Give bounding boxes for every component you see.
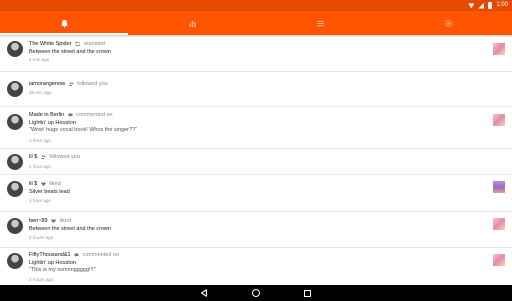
user-name[interactable]: lil $ bbox=[29, 154, 37, 160]
track-artwork[interactable] bbox=[493, 181, 505, 193]
list-item[interactable]: lil $ liked Silver beats lead 1 hour ago bbox=[0, 175, 512, 212]
home-button[interactable] bbox=[252, 289, 260, 297]
timestamp: 2 hours ago bbox=[29, 235, 54, 241]
status-bar: 1:00 bbox=[0, 0, 512, 11]
tab-bar bbox=[0, 11, 512, 35]
list-item[interactable]: Made in Berlin commented on Lightin' up … bbox=[0, 107, 512, 149]
list-item[interactable]: ben~89 liked Between the street and the … bbox=[0, 212, 512, 248]
timestamp: 1 hour ago bbox=[29, 163, 51, 169]
track-artwork[interactable] bbox=[493, 114, 505, 126]
user-name[interactable]: The White Spider bbox=[29, 41, 72, 47]
avatar[interactable] bbox=[7, 81, 23, 97]
track-title[interactable]: Between the street and the crown bbox=[29, 49, 472, 57]
activity-feed[interactable]: The White Spider reposted Between the st… bbox=[0, 35, 512, 285]
timestamp: 4 min ago bbox=[29, 57, 50, 63]
track-artwork[interactable] bbox=[493, 254, 505, 266]
action-text: reposted bbox=[83, 41, 105, 47]
list-item[interactable]: The White Spider reposted Between the st… bbox=[0, 35, 512, 72]
action-text: followed you bbox=[77, 81, 108, 87]
track-artwork[interactable] bbox=[493, 218, 505, 230]
timestamp: 26 min ago bbox=[29, 89, 52, 95]
comment-text: "Wow! huge vocal hook! Whos the singer??… bbox=[29, 127, 138, 134]
action-text: liked bbox=[59, 218, 71, 224]
track-title[interactable]: Between the street and the crown bbox=[29, 226, 472, 234]
comment-text: "This is my somnnggggg!!!" bbox=[29, 267, 96, 274]
action-text: liked bbox=[49, 181, 61, 187]
heart-icon bbox=[51, 218, 56, 223]
track-artwork[interactable] bbox=[493, 43, 505, 55]
avatar[interactable] bbox=[7, 181, 23, 197]
battery-icon bbox=[488, 2, 493, 9]
track-title[interactable]: Lightin' up Houston bbox=[29, 120, 472, 128]
user-name[interactable]: iamorangenow bbox=[29, 81, 65, 87]
follow-icon bbox=[41, 154, 46, 159]
list-item[interactable]: lil $ followed you 1 hour ago bbox=[0, 149, 512, 175]
status-time: 1:00 bbox=[496, 2, 508, 8]
gear-icon bbox=[444, 19, 452, 27]
heart-icon bbox=[41, 181, 46, 186]
timestamp: 2 hours ago bbox=[29, 276, 54, 282]
track-title[interactable]: Silver beats lead bbox=[29, 189, 472, 197]
avatar[interactable] bbox=[7, 253, 23, 269]
track-title[interactable]: Lightin' up Houston bbox=[29, 260, 472, 268]
action-text: commented on bbox=[76, 112, 113, 118]
comment-icon bbox=[68, 113, 73, 117]
comment-icon bbox=[74, 253, 79, 257]
action-text: followed you bbox=[49, 154, 80, 160]
tab-stats[interactable] bbox=[128, 11, 256, 35]
list-item[interactable]: iamorangenow followed you 26 min ago bbox=[0, 72, 512, 107]
status-icons: 1:00 bbox=[468, 1, 508, 10]
tab-indicator bbox=[0, 33, 128, 35]
avatar[interactable] bbox=[7, 218, 23, 234]
avatar[interactable] bbox=[7, 41, 23, 57]
wifi-icon bbox=[468, 3, 475, 9]
user-name[interactable]: Made in Berlin bbox=[29, 112, 64, 118]
tab-activity[interactable] bbox=[0, 11, 128, 35]
bell-icon bbox=[60, 19, 68, 28]
user-name[interactable]: lil $ bbox=[29, 181, 37, 187]
repost-icon bbox=[75, 41, 80, 46]
list-icon bbox=[316, 20, 324, 26]
bar-chart-icon bbox=[188, 20, 196, 27]
avatar[interactable] bbox=[7, 154, 23, 170]
timestamp: 1 hour ago bbox=[29, 198, 51, 204]
tab-settings[interactable] bbox=[384, 11, 512, 35]
list-item[interactable]: FiftyThousand&1 commented on Lightin' up… bbox=[0, 248, 512, 285]
action-text: commented on bbox=[82, 252, 120, 258]
timestamp: 1 hour ago bbox=[29, 137, 51, 143]
tab-list[interactable] bbox=[256, 11, 384, 35]
back-button[interactable] bbox=[200, 289, 208, 297]
avatar[interactable] bbox=[7, 114, 23, 130]
user-name[interactable]: ben~89 bbox=[29, 218, 48, 224]
navigation-bar bbox=[0, 285, 512, 301]
user-name[interactable]: FiftyThousand&1 bbox=[29, 252, 71, 258]
recents-button[interactable] bbox=[304, 290, 311, 297]
signal-icon bbox=[478, 2, 485, 9]
follow-icon bbox=[68, 81, 74, 86]
